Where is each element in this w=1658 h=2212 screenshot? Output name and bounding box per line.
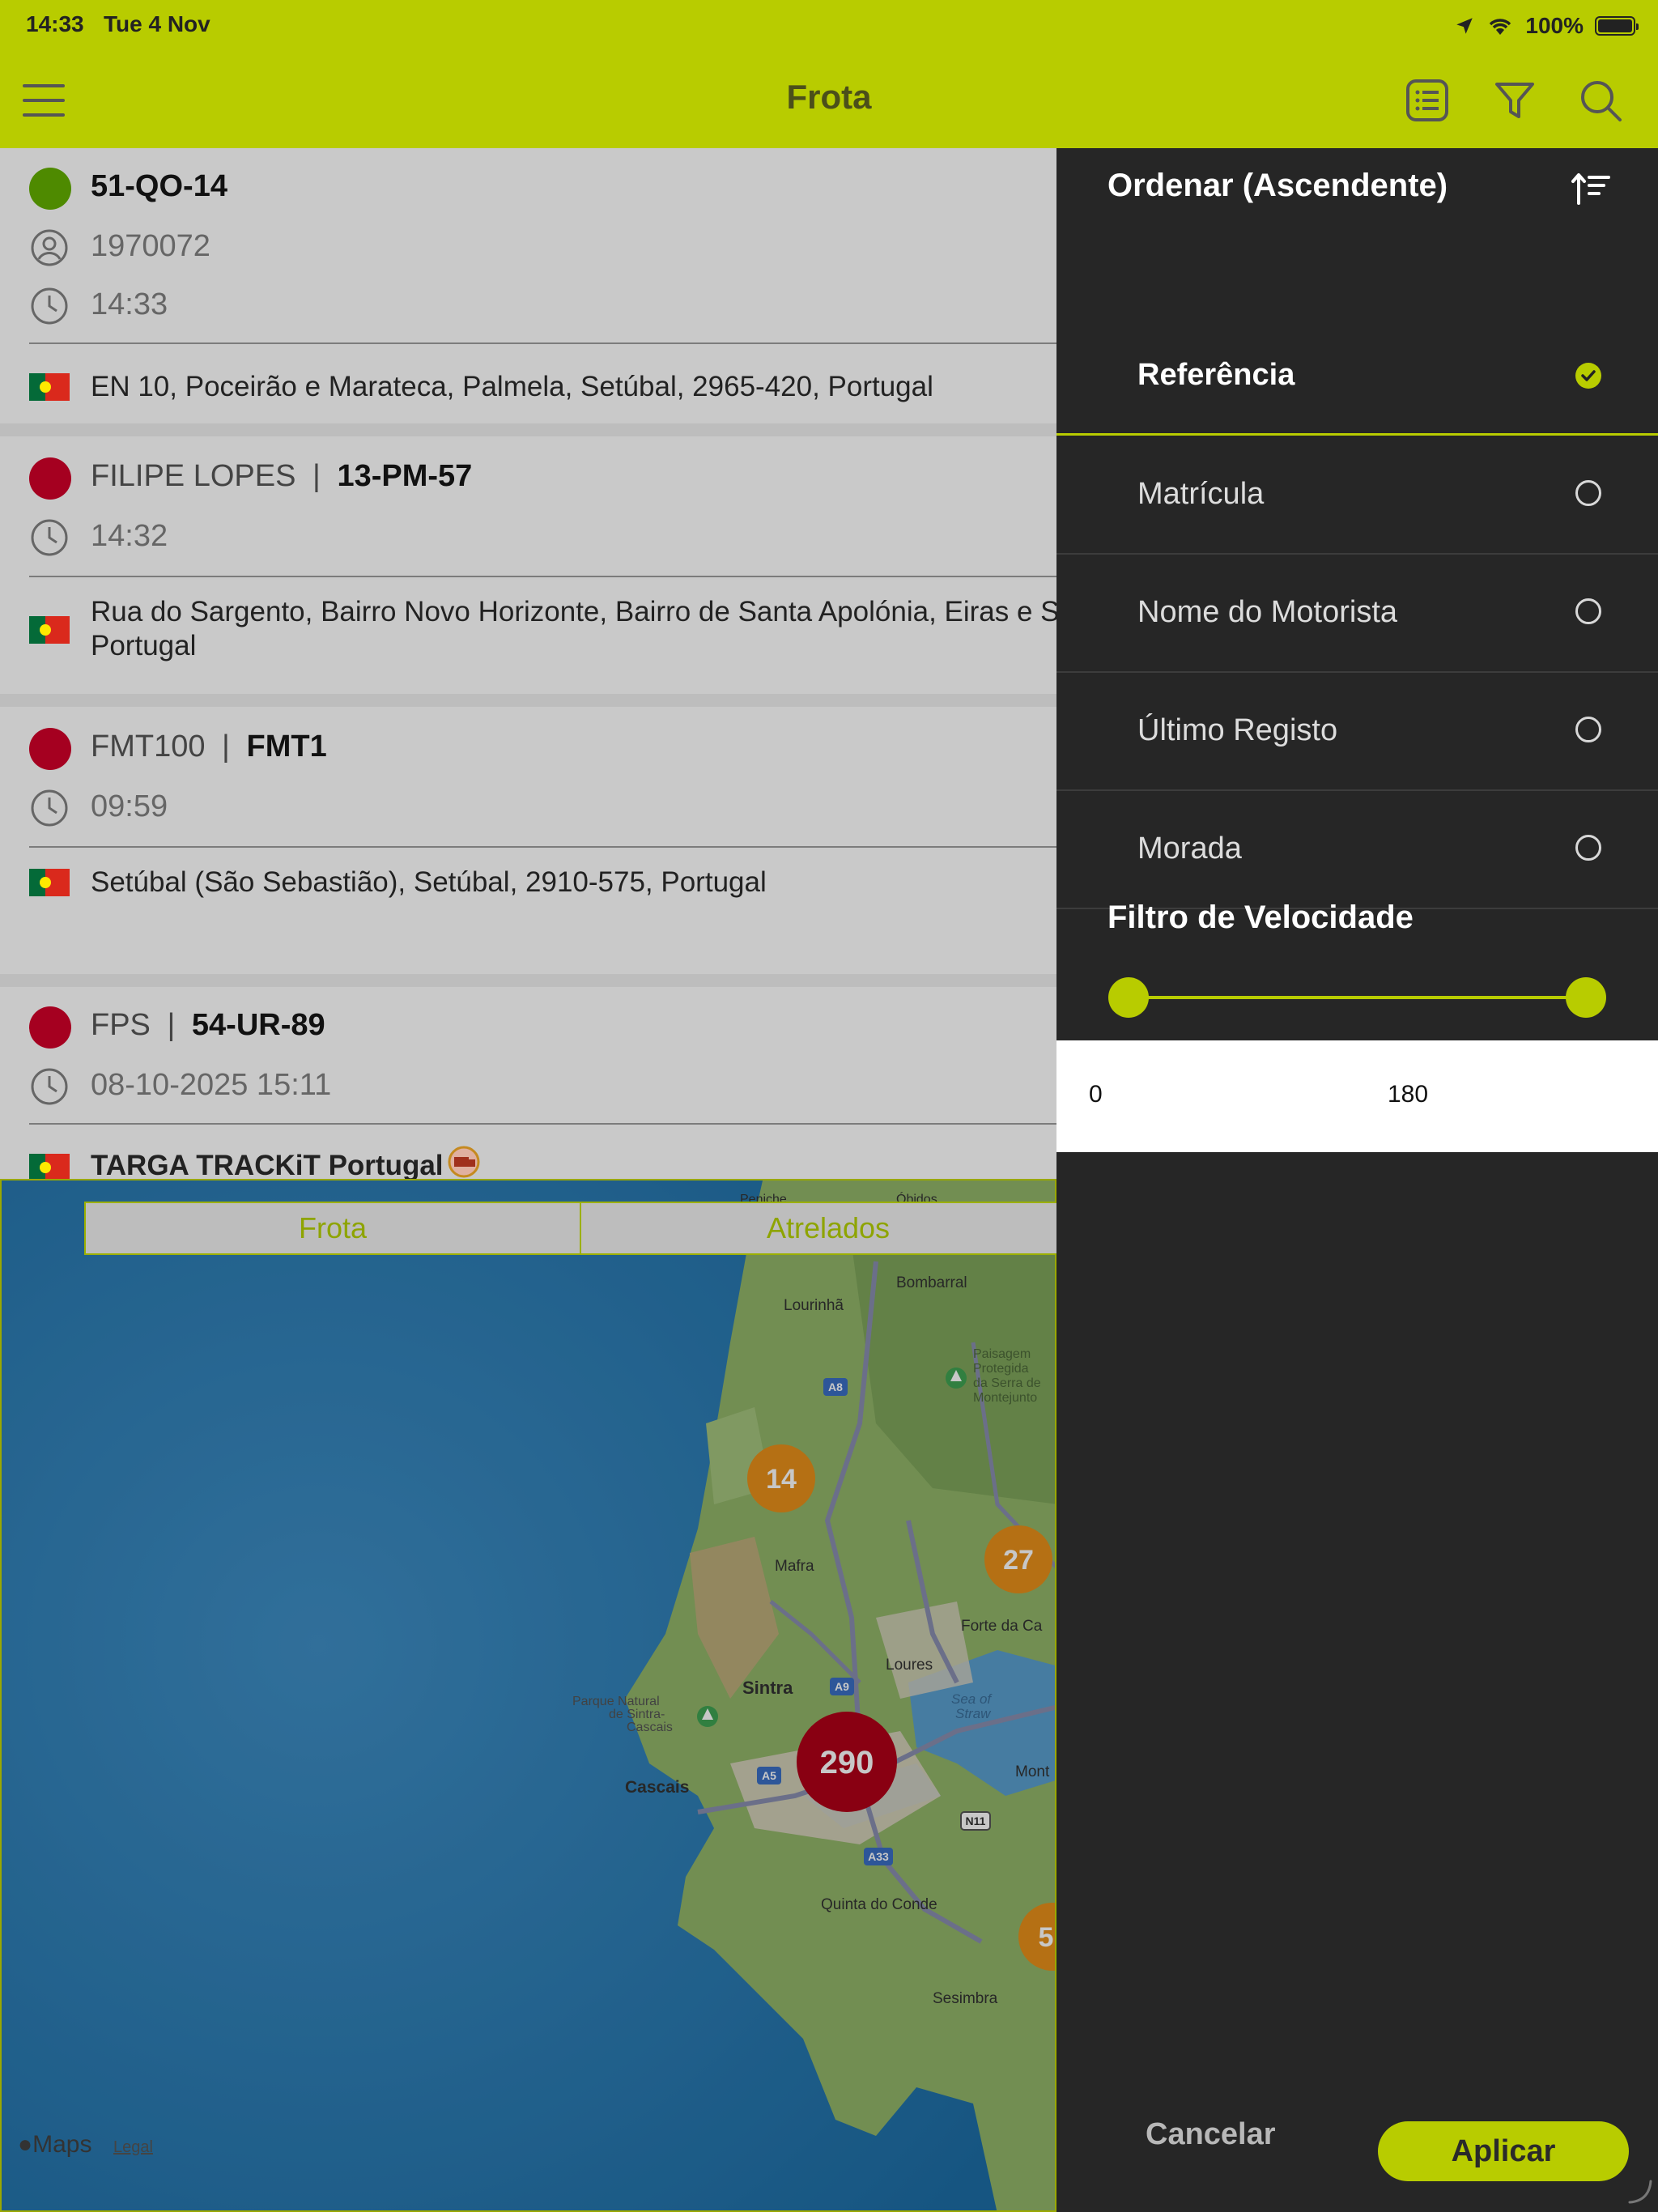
status-dot bbox=[29, 457, 71, 500]
clock-icon bbox=[31, 519, 68, 556]
battery-icon bbox=[1595, 16, 1639, 36]
divider bbox=[29, 342, 1056, 344]
sort-option-label: Nome do Motorista bbox=[1137, 595, 1398, 629]
resize-handle-icon[interactable] bbox=[1626, 2178, 1654, 2206]
speed-slider-min-thumb[interactable] bbox=[1108, 977, 1149, 1018]
maps-attribution: ●Maps bbox=[18, 2131, 91, 2159]
sort-option-nome-motorista[interactable]: Nome do Motorista bbox=[1056, 553, 1658, 673]
status-bar: 14:33 Tue 4 Nov 100% bbox=[0, 0, 1658, 50]
last-update-time: 14:32 bbox=[91, 519, 168, 553]
card-separator bbox=[0, 694, 1056, 707]
radio-unchecked-icon bbox=[1575, 835, 1601, 861]
vehicle-card[interactable]: FILIPE LOPES | 13-PM-57 14:32 Rua do Sar… bbox=[0, 436, 1056, 694]
sort-option-ultimo-registo[interactable]: Último Registo bbox=[1056, 671, 1658, 791]
sort-option-label: Referência bbox=[1137, 358, 1295, 392]
speed-filter-title: Filtro de Velocidade bbox=[1107, 900, 1414, 935]
search-icon[interactable] bbox=[1578, 78, 1623, 123]
speed-min-value: 0 bbox=[1089, 1081, 1103, 1108]
wifi-icon bbox=[1490, 19, 1511, 35]
sort-option-morada[interactable]: Morada bbox=[1056, 789, 1658, 909]
vehicle-plate: 51-QO-14 bbox=[91, 169, 227, 203]
maps-brand-text: Maps bbox=[32, 2131, 92, 2158]
legal-link[interactable]: Legal bbox=[113, 2138, 153, 2157]
clock-icon bbox=[31, 287, 68, 325]
last-update-time: 09:59 bbox=[91, 789, 168, 823]
status-indicators: 100% bbox=[1454, 10, 1639, 42]
last-update-time: 08-10-2025 15:11 bbox=[91, 1068, 332, 1102]
vehicle-address-line2: Portugal bbox=[91, 630, 197, 661]
sort-option-label: Morada bbox=[1137, 832, 1242, 866]
list-icon[interactable] bbox=[1405, 78, 1450, 123]
sort-title: Ordenar (Ascendente) bbox=[1107, 168, 1448, 203]
clock-icon bbox=[31, 1068, 68, 1105]
radio-unchecked-icon bbox=[1575, 480, 1601, 506]
tab-frota[interactable]: Frota bbox=[84, 1202, 581, 1255]
divider bbox=[29, 576, 1056, 577]
battery-percent: 100% bbox=[1525, 13, 1584, 38]
sort-option-label: Matrícula bbox=[1137, 477, 1265, 511]
status-time: 14:33 bbox=[26, 11, 84, 36]
cancel-button[interactable]: Cancelar bbox=[1146, 2117, 1276, 2152]
divider bbox=[29, 846, 1056, 848]
sort-filter-panel: Ordenar (Ascendente) Referência Matrícul… bbox=[1056, 148, 1658, 2212]
speed-slider-max-thumb[interactable] bbox=[1566, 977, 1606, 1018]
tab-atrelados[interactable]: Atrelados bbox=[580, 1202, 1077, 1255]
dim-overlay bbox=[2, 1180, 1055, 2210]
separator: | bbox=[312, 459, 321, 493]
driver-id: 1970072 bbox=[91, 229, 210, 263]
vehicle-address: TARGA TRACKiT Portugal bbox=[91, 1150, 444, 1179]
sort-option-matricula[interactable]: Matrícula bbox=[1056, 435, 1658, 555]
vehicle-reference: FMT100 bbox=[91, 730, 206, 764]
portugal-flag-icon bbox=[29, 1154, 70, 1179]
speed-range-values: 0 180 bbox=[1056, 1040, 1658, 1152]
truck-icon bbox=[448, 1146, 480, 1178]
vehicle-plate: 13-PM-57 bbox=[337, 459, 473, 493]
filter-icon[interactable] bbox=[1492, 78, 1537, 123]
sort-ascending-icon[interactable] bbox=[1571, 171, 1612, 206]
portugal-flag-icon bbox=[29, 373, 70, 401]
apply-button[interactable]: Aplicar bbox=[1378, 2121, 1629, 2181]
separator: | bbox=[167, 1008, 176, 1042]
divider bbox=[29, 1123, 1056, 1125]
vehicle-plate: FMT1 bbox=[246, 730, 327, 764]
radio-checked-icon bbox=[1575, 363, 1601, 389]
portugal-flag-icon bbox=[29, 616, 70, 644]
speed-max-value: 180 bbox=[1388, 1081, 1429, 1108]
separator: | bbox=[222, 730, 230, 764]
status-dot bbox=[29, 728, 71, 770]
sort-option-label: Último Registo bbox=[1137, 713, 1338, 747]
vehicle-reference: FILIPE LOPES bbox=[91, 459, 296, 493]
vehicle-card[interactable]: 51-QO-14 1970072 14:33 EN 10, Poceirão e… bbox=[0, 148, 1056, 423]
vehicle-title: FMT100 | FMT1 bbox=[91, 730, 327, 764]
location-arrow-icon bbox=[1456, 18, 1473, 34]
map-tabs: Frota Atrelados bbox=[84, 1202, 1077, 1258]
user-icon bbox=[31, 229, 68, 266]
portugal-flag-icon bbox=[29, 869, 70, 896]
vehicle-address: Setúbal (São Sebastião), Setúbal, 2910-5… bbox=[91, 866, 767, 898]
status-date: Tue 4 Nov bbox=[104, 11, 210, 36]
sort-option-referencia[interactable]: Referência bbox=[1056, 317, 1658, 436]
speed-slider-track[interactable] bbox=[1128, 996, 1586, 999]
vehicle-plate: 54-UR-89 bbox=[191, 1008, 325, 1042]
status-dot bbox=[29, 168, 71, 210]
card-separator bbox=[0, 423, 1056, 436]
app-header: 14:33 Tue 4 Nov 100% Frota bbox=[0, 0, 1658, 148]
radio-unchecked-icon bbox=[1575, 717, 1601, 742]
vehicle-address: EN 10, Poceirão e Marateca, Palmela, Set… bbox=[91, 371, 933, 402]
last-update-time: 14:33 bbox=[91, 287, 168, 321]
vehicle-list: 51-QO-14 1970072 14:33 EN 10, Poceirão e… bbox=[0, 148, 1056, 1179]
vehicle-title: FILIPE LOPES | 13-PM-57 bbox=[91, 459, 472, 494]
vehicle-card[interactable]: FPS | 54-UR-89 08-10-2025 15:11 TARGA TR… bbox=[0, 987, 1056, 1179]
vehicle-card[interactable]: FMT100 | FMT1 09:59 Setúbal (São Sebasti… bbox=[0, 707, 1056, 974]
vehicle-reference: FPS bbox=[91, 1008, 151, 1042]
clock-icon bbox=[31, 789, 68, 827]
vehicle-title: FPS | 54-UR-89 bbox=[91, 1008, 325, 1043]
vehicle-address-line1: Rua do Sargento, Bairro Novo Horizonte, … bbox=[91, 596, 1056, 627]
apple-logo-icon: ● bbox=[18, 2131, 33, 2158]
radio-unchecked-icon bbox=[1575, 598, 1601, 624]
card-separator bbox=[0, 974, 1056, 987]
map-view[interactable]: A8 A9 A5 A33 N11 Bombarral Lourinhã Pais… bbox=[0, 1179, 1056, 2212]
status-dot bbox=[29, 1006, 71, 1049]
map-canvas[interactable]: A8 A9 A5 A33 N11 Bombarral Lourinhã Pais… bbox=[2, 1180, 1056, 2212]
